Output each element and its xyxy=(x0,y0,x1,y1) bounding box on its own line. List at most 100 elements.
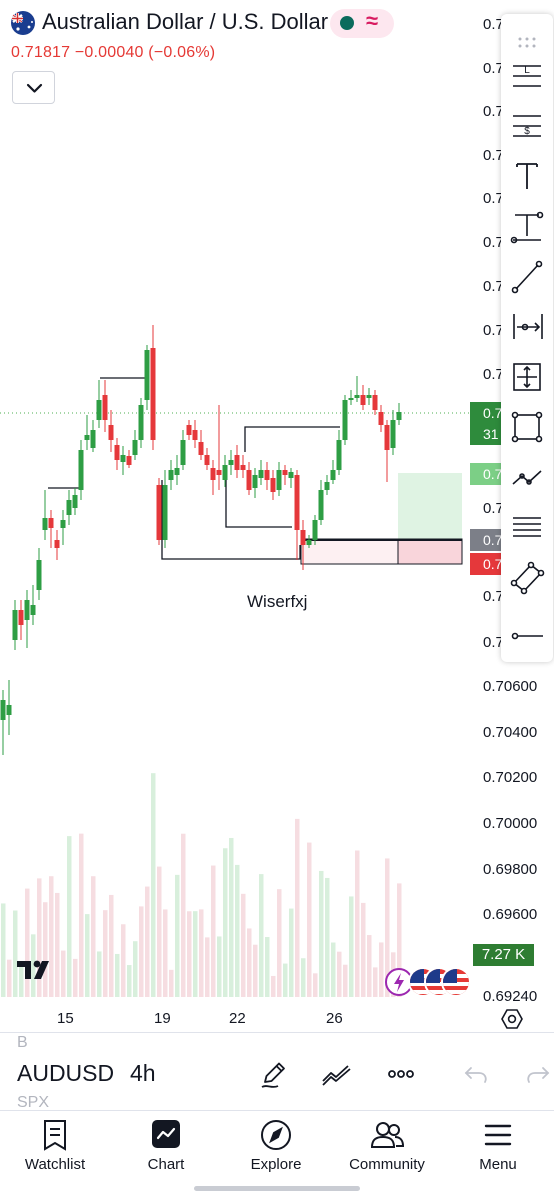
short-position-icon[interactable]: $ xyxy=(505,106,549,146)
candle-body xyxy=(12,610,18,640)
nav-label: Menu xyxy=(479,1156,517,1173)
nav-community[interactable]: Community xyxy=(332,1114,442,1178)
chart-settings-icon[interactable] xyxy=(500,1007,524,1031)
long-position-icon[interactable]: L xyxy=(505,56,549,96)
drawings-icon[interactable] xyxy=(320,1058,354,1090)
interval-selector[interactable]: 4h xyxy=(130,1060,156,1087)
time-label: 19 xyxy=(154,1010,171,1027)
volume-bar xyxy=(91,876,96,997)
australia-flag-icon xyxy=(11,11,35,35)
market-open-dot xyxy=(340,16,354,30)
horizontal-ray-icon[interactable] xyxy=(505,616,549,656)
nav-explore[interactable]: Explore xyxy=(221,1114,331,1178)
us-flag-event-icon[interactable] xyxy=(441,967,471,997)
pencil-icon[interactable] xyxy=(257,1058,291,1090)
redo-icon[interactable] xyxy=(520,1058,554,1090)
volume-bar xyxy=(313,973,318,997)
candle-body xyxy=(276,470,282,490)
candle-body xyxy=(156,485,162,540)
candle-body xyxy=(198,442,204,455)
volume-bar xyxy=(307,842,312,997)
candle-body xyxy=(72,495,78,508)
time-label: 26 xyxy=(326,1010,343,1027)
volume-bar xyxy=(379,942,384,997)
nav-menu[interactable]: Menu xyxy=(443,1114,553,1178)
candle-body xyxy=(204,455,210,465)
tradingview-logo[interactable] xyxy=(15,958,57,982)
candle-body xyxy=(54,540,60,548)
chart-icon xyxy=(152,1120,180,1148)
volume-bar xyxy=(217,936,222,997)
candle-body xyxy=(144,350,150,400)
drawing-toolbar: L $ xyxy=(501,14,553,662)
price-chart[interactable] xyxy=(0,0,554,1040)
volume-bar xyxy=(97,951,102,997)
candle-body xyxy=(186,425,192,435)
expand-header-button[interactable] xyxy=(12,71,55,104)
candle-body xyxy=(342,400,348,440)
volume-bar xyxy=(229,837,234,997)
trend-line-icon[interactable] xyxy=(505,256,549,296)
date-range-icon[interactable] xyxy=(505,306,549,346)
candle-body xyxy=(66,500,72,515)
candle-body xyxy=(288,472,294,478)
symbol-title[interactable]: Australian Dollar / U.S. Dollar xyxy=(42,9,328,35)
volume-bar xyxy=(205,937,210,997)
volume-bar xyxy=(67,836,72,997)
price-label: 0.69800 xyxy=(483,861,538,878)
undo-icon[interactable] xyxy=(460,1058,494,1090)
volume-bar xyxy=(301,958,306,997)
more-icon[interactable] xyxy=(384,1058,418,1090)
anchored-text-icon[interactable] xyxy=(505,206,549,246)
candle-body xyxy=(390,420,396,448)
rotated-rectangle-icon[interactable] xyxy=(505,556,549,596)
candle-body xyxy=(216,470,222,475)
pill-waves-icon: ≈ xyxy=(366,8,379,33)
nav-watchlist[interactable]: Watchlist xyxy=(0,1114,110,1178)
candle-body xyxy=(36,560,42,590)
price-label: 0.70200 xyxy=(483,769,538,786)
path-icon[interactable] xyxy=(505,456,549,496)
volume-bar xyxy=(235,864,240,997)
candle-body xyxy=(282,470,288,475)
candle-body xyxy=(270,478,276,492)
candle-body xyxy=(354,395,360,398)
candle-body xyxy=(120,455,126,462)
price-label: 0.69600 xyxy=(483,906,538,923)
candle-body xyxy=(126,456,132,465)
candle-body xyxy=(192,430,198,440)
nav-label: Chart xyxy=(147,1156,185,1173)
crosshair-icon[interactable] xyxy=(505,356,549,396)
candle-body xyxy=(150,348,156,440)
candle-body xyxy=(138,405,144,440)
compass-icon xyxy=(261,1120,291,1150)
volume-bar xyxy=(289,908,294,997)
volume-bar xyxy=(199,909,204,997)
volume-bar xyxy=(259,874,264,997)
volume-bar xyxy=(79,833,84,997)
volume-bar xyxy=(343,964,348,997)
candle-body xyxy=(102,395,108,420)
candle-body xyxy=(264,470,270,480)
symbol-name[interactable]: AUDUSD xyxy=(17,1060,114,1087)
candle-body xyxy=(180,440,186,465)
rectangle-icon[interactable] xyxy=(505,406,549,446)
candle-body xyxy=(132,440,138,455)
volume-bar xyxy=(319,870,324,997)
candle-body xyxy=(318,490,324,520)
time-label: 15 xyxy=(57,1010,74,1027)
volume-bar xyxy=(241,893,246,997)
nav-chart[interactable]: Chart xyxy=(111,1114,221,1178)
parallel-channel-icon[interactable] xyxy=(505,506,549,546)
volume-bar xyxy=(1,903,6,997)
prev-symbol[interactable]: B xyxy=(17,1034,28,1052)
target-price-tag: 0.7 xyxy=(470,463,502,485)
nav-label: Watchlist xyxy=(24,1156,86,1173)
candle-body xyxy=(258,470,264,478)
candle-body xyxy=(30,605,36,615)
candle-body xyxy=(162,485,168,540)
text-tool-icon[interactable] xyxy=(505,156,549,196)
candle-body xyxy=(60,520,66,528)
candle-body xyxy=(168,470,174,480)
candle-body xyxy=(210,468,216,480)
